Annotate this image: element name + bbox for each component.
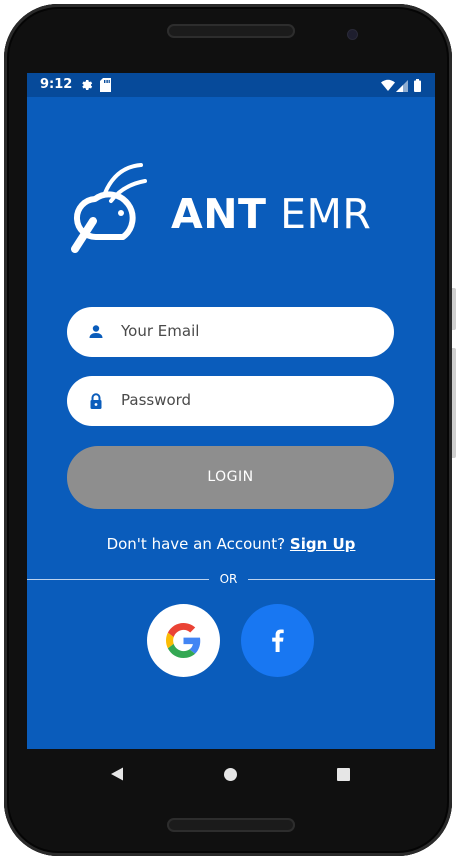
wifi-icon bbox=[381, 79, 395, 91]
home-icon[interactable] bbox=[223, 767, 238, 786]
signup-prompt: Don't have an Account? Sign Up bbox=[27, 535, 435, 553]
status-time: 9:12 bbox=[40, 77, 73, 92]
status-icons bbox=[381, 78, 423, 97]
ant-magnifier-logo bbox=[71, 163, 147, 253]
email-field[interactable]: Your Email bbox=[67, 307, 394, 357]
facebook-icon bbox=[272, 629, 284, 652]
battery-icon bbox=[414, 79, 421, 92]
facebook-login-button[interactable] bbox=[241, 604, 314, 677]
or-divider-text: OR bbox=[219, 572, 238, 586]
back-icon[interactable] bbox=[109, 766, 125, 786]
app-name-bold: ANT bbox=[171, 190, 267, 238]
password-placeholder: Password bbox=[121, 391, 192, 409]
power-button bbox=[452, 288, 456, 330]
earpiece-speaker bbox=[167, 24, 295, 38]
google-icon bbox=[166, 623, 201, 658]
email-placeholder: Your Email bbox=[121, 322, 200, 340]
sd-card-icon bbox=[100, 77, 111, 96]
lock-icon bbox=[88, 393, 104, 414]
front-camera bbox=[348, 30, 357, 39]
password-field[interactable]: Password bbox=[67, 376, 394, 426]
gear-icon bbox=[79, 77, 93, 96]
login-button[interactable]: LOGIN bbox=[67, 446, 394, 509]
recents-icon[interactable] bbox=[336, 767, 351, 786]
volume-button bbox=[452, 348, 456, 458]
person-icon bbox=[88, 324, 104, 344]
signal-icon bbox=[396, 80, 408, 92]
divider-right bbox=[248, 579, 435, 580]
signup-prompt-text: Don't have an Account? bbox=[106, 535, 286, 553]
status-bar: 9:12 bbox=[27, 73, 435, 97]
android-nav-bar bbox=[27, 749, 435, 799]
app-name-light: EMR bbox=[280, 190, 372, 238]
sign-up-link[interactable]: Sign Up bbox=[290, 535, 356, 553]
google-login-button[interactable] bbox=[147, 604, 220, 677]
app-screen: 9:12 ANT EMR Your Email Password LOGIN D… bbox=[27, 73, 435, 749]
divider-left bbox=[27, 579, 209, 580]
app-name: ANT EMR bbox=[171, 190, 371, 238]
bottom-speaker bbox=[167, 818, 295, 832]
